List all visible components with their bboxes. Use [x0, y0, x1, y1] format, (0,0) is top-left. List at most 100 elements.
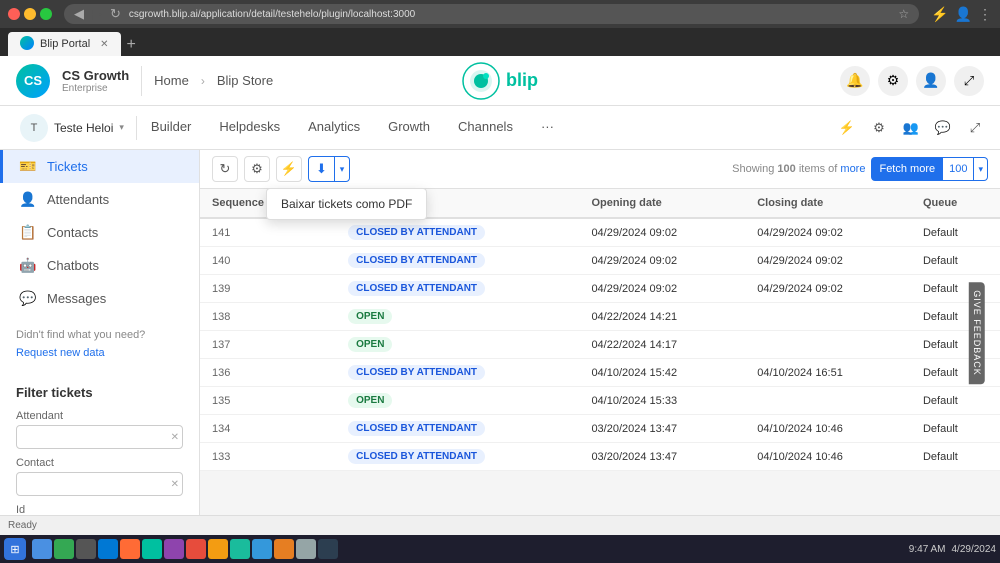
tab-close-icon[interactable]: ✕	[100, 39, 108, 50]
user-avatar: T	[20, 114, 48, 142]
refresh-button[interactable]: ↻	[212, 156, 238, 182]
nav-chat-icon[interactable]: 💬	[930, 115, 956, 141]
nav-item-channels[interactable]: Channels	[444, 106, 527, 150]
extensions-icon: ⚡	[931, 6, 948, 23]
table-row[interactable]: 140 CLOSED BY ATTENDANT 04/29/2024 09:02…	[200, 247, 1000, 275]
status-badge: CLOSED BY ATTENDANT	[348, 421, 485, 436]
table-row[interactable]: 139 CLOSED BY ATTENDANT 04/29/2024 09:02…	[200, 275, 1000, 303]
address-bar[interactable]: csgrowth.blip.ai/application/detail/test…	[129, 9, 890, 20]
tooltip-dropdown: Baixar tickets como PDF	[266, 188, 427, 220]
status-cell: CLOSED BY ATTENDANT	[336, 415, 579, 443]
nav-plugin-icon[interactable]: ⚡	[834, 115, 860, 141]
taskbar-icon-files[interactable]	[54, 539, 74, 559]
filter-input-contact[interactable]	[16, 472, 183, 496]
sidebar-item-contacts[interactable]: 📋Contacts	[0, 216, 199, 249]
header-settings-icon[interactable]: ⚙	[878, 66, 908, 96]
status-cell: CLOSED BY ATTENDANT	[336, 443, 579, 471]
seq-cell: 139	[200, 275, 336, 303]
request-data-link[interactable]: Request new data	[0, 347, 199, 367]
open-date-cell: 04/22/2024 14:21	[579, 303, 745, 331]
seq-cell: 136	[200, 359, 336, 387]
table-row[interactable]: 136 CLOSED BY ATTENDANT 04/10/2024 15:42…	[200, 359, 1000, 387]
taskbar-icon-app4[interactable]	[208, 539, 228, 559]
status-cell: CLOSED BY ATTENDANT	[336, 359, 579, 387]
nav-item-growth[interactable]: Growth	[374, 106, 444, 150]
header-expand-icon[interactable]: ⤢	[954, 66, 984, 96]
queue-cell: Default	[911, 303, 1000, 331]
open-date-cell: 04/29/2024 09:02	[579, 218, 745, 247]
bell-icon[interactable]: 🔔	[840, 66, 870, 96]
user-chevron-icon: ▾	[119, 122, 124, 133]
table-row[interactable]: 135 OPEN 04/10/2024 15:33 Default	[200, 387, 1000, 415]
taskbar-start[interactable]: ⊞	[4, 538, 26, 560]
close-date-cell: 04/29/2024 09:02	[745, 218, 911, 247]
fetch-num-button[interactable]: 100	[943, 157, 974, 181]
sidebar-item-chatbots[interactable]: 🤖Chatbots	[0, 249, 199, 282]
nav-item-helpdesks[interactable]: Helpdesks	[205, 106, 294, 150]
taskbar-icon-terminal[interactable]	[76, 539, 96, 559]
filter-input-attendant[interactable]	[16, 425, 183, 449]
close-date-cell: 04/29/2024 09:02	[745, 247, 911, 275]
nav-item-[interactable]: ···	[527, 106, 568, 150]
table-row[interactable]: 133 CLOSED BY ATTENDANT 03/20/2024 13:47…	[200, 443, 1000, 471]
feedback-tab[interactable]: GIVE FEEDBACK	[969, 282, 985, 384]
close-date-cell	[745, 331, 911, 359]
browser-tab[interactable]: Blip Portal ✕	[8, 32, 121, 56]
back-icon[interactable]: ◀	[74, 6, 84, 22]
taskbar-icon-app7[interactable]	[274, 539, 294, 559]
seq-cell: 141	[200, 218, 336, 247]
close-date-cell: 04/10/2024 16:51	[745, 359, 911, 387]
table-row[interactable]: 138 OPEN 04/22/2024 14:21 Default	[200, 303, 1000, 331]
menu-icon[interactable]: ⋮	[978, 6, 992, 23]
settings-button[interactable]: ⚙	[244, 156, 270, 182]
table-row[interactable]: 141 CLOSED BY ATTENDANT 04/29/2024 09:02…	[200, 218, 1000, 247]
taskbar-icon-app5[interactable]	[230, 539, 250, 559]
seq-cell: 135	[200, 387, 336, 415]
sidebar-item-attendants[interactable]: 👤Attendants	[0, 183, 199, 216]
status-cell: CLOSED BY ATTENDANT	[336, 275, 579, 303]
taskbar-icon-app1[interactable]	[120, 539, 140, 559]
home-link[interactable]: Home	[154, 73, 189, 88]
taskbar-icon-app3[interactable]	[186, 539, 206, 559]
nav-expand-icon[interactable]: ⤢	[962, 115, 988, 141]
taskbar-icon-app9[interactable]	[318, 539, 338, 559]
status-badge: OPEN	[348, 337, 392, 352]
filter-clear-icon[interactable]: ✕	[171, 479, 179, 490]
taskbar-icon-blip[interactable]	[142, 539, 162, 559]
refresh-icon[interactable]: ↻	[110, 6, 121, 22]
brand-sub: Enterprise	[62, 83, 129, 94]
queue-cell: Default	[911, 387, 1000, 415]
taskbar-icon-app2[interactable]	[164, 539, 184, 559]
open-date-cell: 03/20/2024 13:47	[579, 443, 745, 471]
sidebar-item-tickets[interactable]: 🎫Tickets	[0, 150, 199, 183]
fetch-dropdown-button[interactable]: ▾	[974, 157, 988, 181]
queue-cell: Default	[911, 331, 1000, 359]
plugin-button[interactable]: ⚡	[276, 156, 302, 182]
new-tab-icon[interactable]: +	[121, 36, 142, 54]
nav-settings-icon[interactable]: ⚙	[866, 115, 892, 141]
forward-icon[interactable]: ▶	[92, 6, 102, 22]
user-name: Teste Heloi	[54, 121, 113, 135]
header-user-icon[interactable]: 👤	[916, 66, 946, 96]
bookmark-icon[interactable]: ☆	[898, 7, 909, 21]
download-dropdown-button[interactable]: ▾	[334, 156, 350, 182]
download-button[interactable]: ⬇	[308, 156, 334, 182]
blip-store-link[interactable]: Blip Store	[217, 73, 273, 88]
status-badge: CLOSED BY ATTENDANT	[348, 253, 485, 268]
taskbar-icon-app6[interactable]	[252, 539, 272, 559]
sidebar-item-messages[interactable]: 💬Messages	[0, 282, 199, 315]
taskbar-icon-browser[interactable]	[32, 539, 52, 559]
nav-item-analytics[interactable]: Analytics	[294, 106, 374, 150]
table-row[interactable]: 137 OPEN 04/22/2024 14:17 Default	[200, 331, 1000, 359]
taskbar-date: 4/29/2024	[952, 544, 997, 555]
taskbar-icon-app8[interactable]	[296, 539, 316, 559]
nav-item-builder[interactable]: Builder	[137, 106, 205, 150]
filter-clear-icon[interactable]: ✕	[171, 432, 179, 443]
table-row[interactable]: 134 CLOSED BY ATTENDANT 03/20/2024 13:47…	[200, 415, 1000, 443]
open-date-cell: 04/22/2024 14:17	[579, 331, 745, 359]
taskbar-icon-vscode[interactable]	[98, 539, 118, 559]
nav-people-icon[interactable]: 👥	[898, 115, 924, 141]
user-section[interactable]: T Teste Heloi ▾	[8, 114, 136, 142]
fetch-more-button[interactable]: Fetch more	[871, 157, 943, 181]
close-date-cell: 04/10/2024 10:46	[745, 415, 911, 443]
